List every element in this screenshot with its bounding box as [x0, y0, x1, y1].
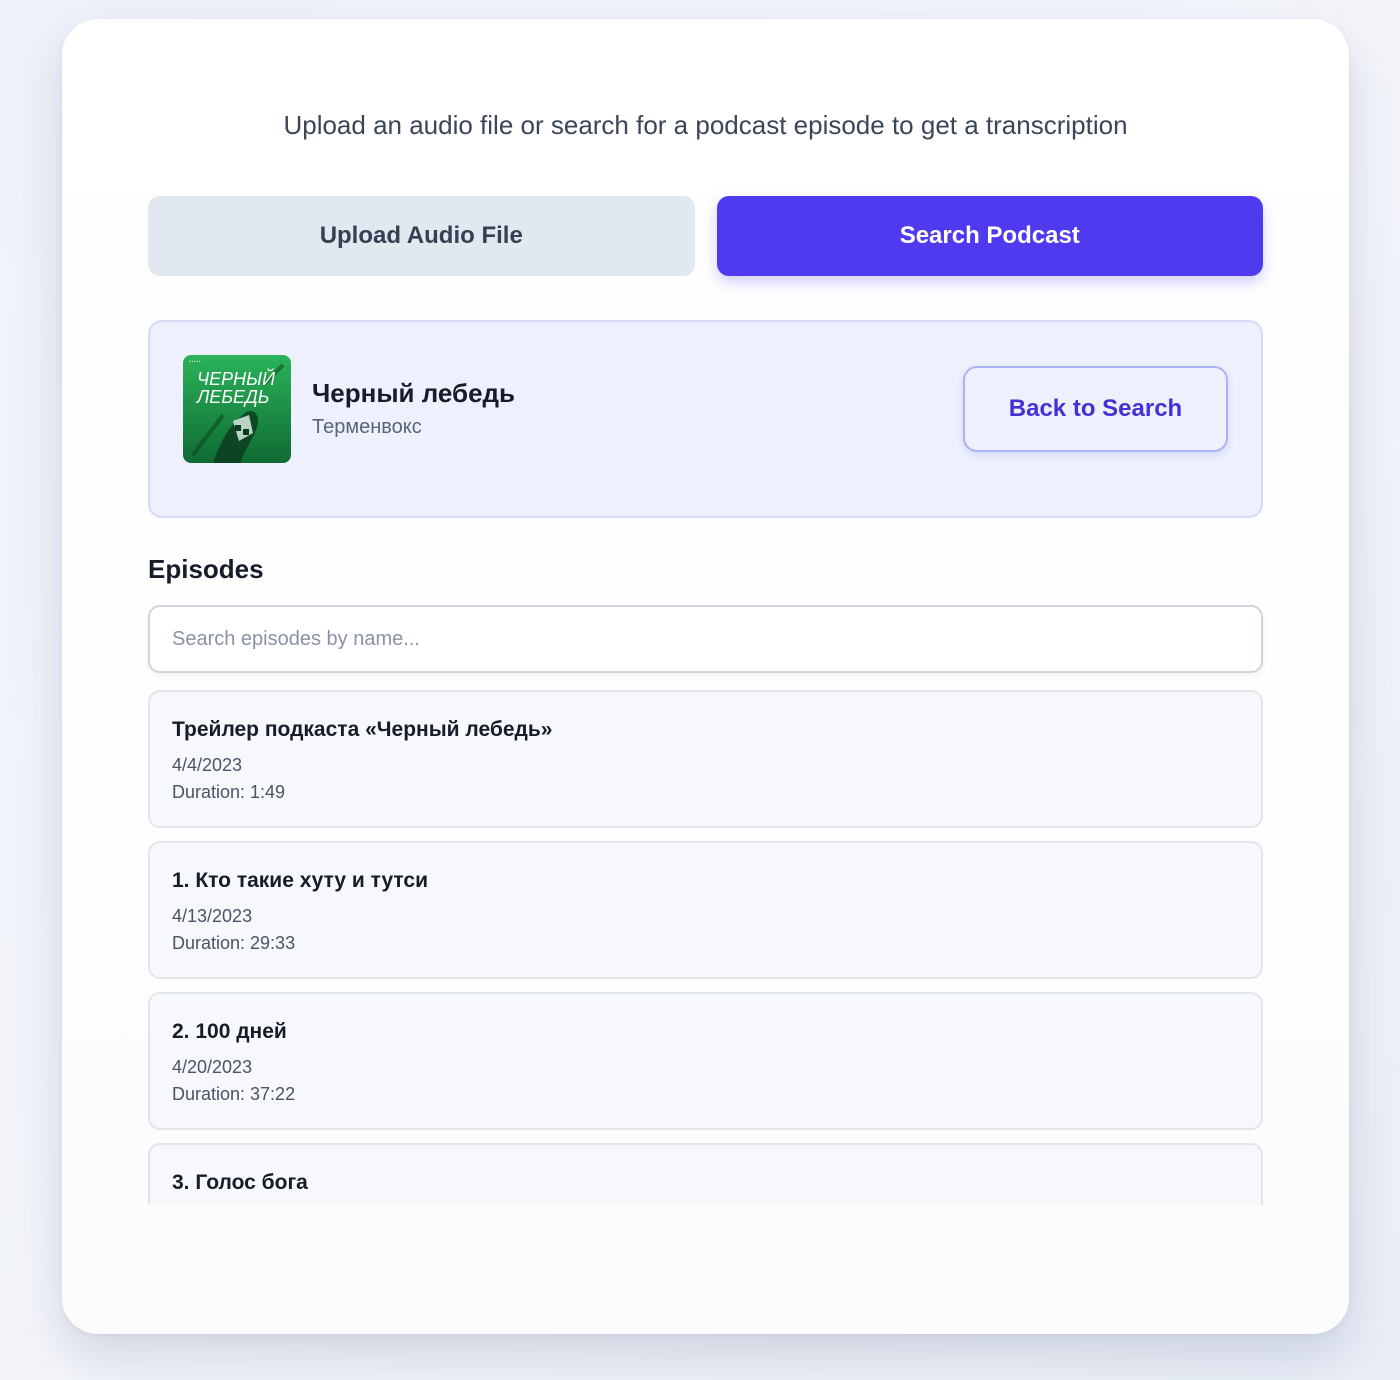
episode-date: 4/13/2023 [172, 906, 253, 926]
episode-item[interactable]: 1. Кто такие хуту и тутси 4/13/2023 Dura… [148, 841, 1263, 979]
episode-date: 4/4/2023 [172, 755, 243, 775]
episode-duration: Duration: 29:33 [172, 933, 296, 953]
episode-title: 3. Голос бога [172, 1171, 308, 1194]
main-card: Upload an audio file or search for a pod… [62, 19, 1349, 1334]
episode-date: 4/20/2023 [172, 1057, 253, 1077]
episode-item[interactable]: Трейлер подкаста «Черный лебедь» 4/4/202… [148, 690, 1263, 828]
episode-title: Трейлер подкаста «Черный лебедь» [172, 718, 553, 741]
episode-search-input[interactable] [148, 605, 1263, 673]
svg-text:•••••: ••••• [189, 359, 201, 364]
episodes-list: Трейлер подкаста «Черный лебедь» 4/4/202… [148, 690, 1263, 1205]
search-podcast-tab[interactable]: Search Podcast [716, 196, 1263, 276]
cover-text-line1: ЧЕРНЫЙ [197, 368, 275, 389]
episode-title: 1. Кто такие хуту и тутси [172, 869, 429, 892]
podcast-cover-image: ••••• ЧЕРНЫЙ ЛЕБЕДЬ [183, 355, 291, 463]
episode-item[interactable]: 2. 100 дней 4/20/2023 Duration: 37:22 [148, 992, 1263, 1130]
episode-duration: Duration: 1:49 [172, 782, 286, 802]
cover-text-line2: ЛЕБЕДЬ [196, 387, 269, 407]
back-to-search-button[interactable]: Back to Search [963, 366, 1228, 452]
podcast-author: Терменвокс [312, 416, 422, 438]
podcast-title: Черный лебедь [312, 378, 516, 408]
episode-duration: Duration: 37:22 [172, 1084, 296, 1104]
episode-item[interactable]: 3. Голос бога [148, 1143, 1263, 1205]
page-subtitle: Upload an audio file or search for a pod… [283, 110, 1128, 140]
episode-title: 2. 100 дней [172, 1020, 287, 1043]
episodes-heading: Episodes [148, 554, 264, 584]
upload-audio-tab[interactable]: Upload Audio File [148, 196, 695, 276]
mode-tabs: Upload Audio File Search Podcast [148, 196, 1263, 276]
selected-podcast-panel: ••••• ЧЕРНЫЙ ЛЕБЕДЬ Черный лебедь Термен… [148, 320, 1263, 518]
